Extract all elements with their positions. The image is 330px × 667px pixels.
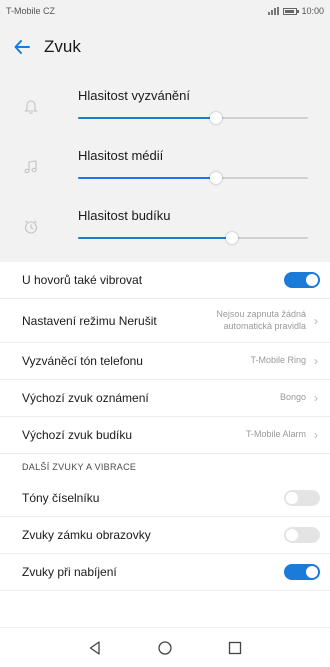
battery-icon xyxy=(283,7,300,15)
vibrate-on-call-toggle[interactable] xyxy=(284,272,320,288)
volume-panel: Hlasitost vyzvánění Hlasitost médií Hlas… xyxy=(0,72,330,262)
ringtone-value: T-Mobile Ring xyxy=(250,355,306,366)
lock-sounds-toggle[interactable] xyxy=(284,527,320,543)
charging-sounds-row[interactable]: Zvuky při nabíjení xyxy=(0,554,330,591)
dnd-label: Nastavení režimu Nerušit xyxy=(22,313,157,328)
music-note-icon xyxy=(24,160,37,174)
settings-list: U hovorů také vibrovat Nastavení režimu … xyxy=(0,262,330,591)
navigation-bar xyxy=(0,627,330,667)
dnd-value: Nejsou zapnuta žádná automatická pravidl… xyxy=(216,309,306,331)
square-recents-icon xyxy=(228,641,242,654)
lock-sounds-label: Zvuky zámku obrazovky xyxy=(22,528,151,542)
media-volume-slider[interactable] xyxy=(78,172,308,184)
alarm-sound-label: Výchozí zvuk budíku xyxy=(22,428,133,442)
nav-back-button[interactable] xyxy=(80,633,110,663)
alarm-sound-row[interactable]: Výchozí zvuk budíku T-Mobile Alarm › xyxy=(0,417,330,454)
chevron-right-icon: › xyxy=(314,391,318,405)
media-volume-label: Hlasitost médií xyxy=(78,148,164,163)
app-bar: Zvuk xyxy=(0,22,330,72)
nav-recents-button[interactable] xyxy=(220,633,250,663)
page-title: Zvuk xyxy=(44,37,81,56)
status-icons: 10:00 xyxy=(268,6,324,16)
media-volume-row: Hlasitost médií xyxy=(0,136,330,198)
notification-sound-label: Výchozí zvuk oznámení xyxy=(22,391,149,405)
charging-sounds-label: Zvuky při nabíjení xyxy=(22,565,117,579)
dnd-row[interactable]: Nastavení režimu Nerušit Nejsou zapnuta … xyxy=(0,299,330,343)
alarm-volume-label: Hlasitost budíku xyxy=(78,208,171,223)
back-button[interactable] xyxy=(0,22,44,72)
chevron-right-icon: › xyxy=(314,313,318,328)
alarm-volume-row: Hlasitost budíku xyxy=(0,196,330,258)
clock: 10:00 xyxy=(301,6,324,16)
circle-home-icon xyxy=(158,640,172,655)
ringtone-volume-row: Hlasitost vyzvánění xyxy=(0,76,330,138)
alarm-sound-value: T-Mobile Alarm xyxy=(245,429,306,440)
triangle-back-icon xyxy=(89,640,100,655)
ringtone-row[interactable]: Vyzváněcí tón telefonu T-Mobile Ring › xyxy=(0,343,330,380)
slider-thumb[interactable] xyxy=(210,172,222,184)
dial-tones-label: Tóny číselníku xyxy=(22,491,100,505)
charging-sounds-toggle[interactable] xyxy=(284,564,320,580)
ringtone-label: Vyzváněcí tón telefonu xyxy=(22,354,143,368)
carrier-name: T-Mobile CZ xyxy=(6,6,56,16)
dial-tones-row[interactable]: Tóny číselníku xyxy=(0,480,330,517)
signal-icon xyxy=(268,7,280,15)
alarm-clock-icon xyxy=(24,220,38,234)
chevron-right-icon: › xyxy=(314,428,318,442)
dial-tones-toggle[interactable] xyxy=(284,490,320,506)
vibrate-on-call-row[interactable]: U hovorů také vibrovat xyxy=(0,262,330,299)
lock-sounds-row[interactable]: Zvuky zámku obrazovky xyxy=(0,517,330,554)
nav-home-button[interactable] xyxy=(150,633,180,663)
vibrate-on-call-label: U hovorů také vibrovat xyxy=(22,273,143,287)
alarm-volume-slider[interactable] xyxy=(78,232,308,244)
bell-icon xyxy=(24,100,38,114)
arrow-left-icon xyxy=(14,40,30,54)
ringtone-volume-slider[interactable] xyxy=(78,112,308,124)
section-header-more-sounds: DALŠÍ ZVUKY A VIBRACE xyxy=(0,454,330,480)
chevron-right-icon: › xyxy=(314,354,318,368)
notification-sound-row[interactable]: Výchozí zvuk oznámení Bongo › xyxy=(0,380,330,417)
slider-thumb[interactable] xyxy=(226,232,239,244)
ringtone-volume-label: Hlasitost vyzvánění xyxy=(78,88,190,103)
status-bar: T-Mobile CZ 10:00 xyxy=(0,0,330,22)
notification-sound-value: Bongo xyxy=(279,392,306,403)
slider-thumb[interactable] xyxy=(210,112,222,124)
